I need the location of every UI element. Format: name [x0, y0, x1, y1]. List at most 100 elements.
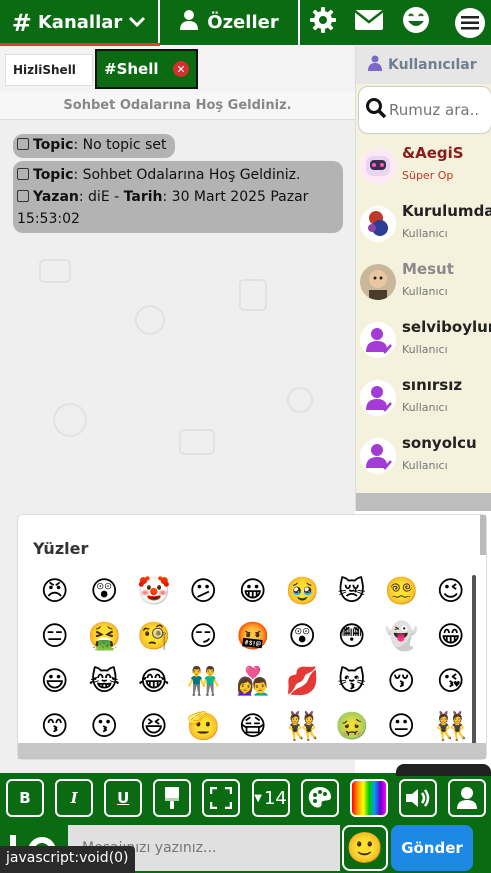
user-check-icon: [360, 322, 396, 358]
topic-label: Topic: [33, 167, 74, 183]
emoji-button[interactable]: 👯: [278, 713, 328, 740]
emoji-button[interactable]: 😃: [30, 668, 80, 695]
emoji-button[interactable]: 🤢: [327, 713, 377, 740]
user-list-item[interactable]: sonyolcu Kullanıcı: [358, 432, 491, 488]
photo-avatar-icon: [360, 264, 396, 300]
user-list-item[interactable]: Kurulumda Kullanıcı: [358, 200, 491, 256]
floral-avatar-icon: [360, 206, 396, 242]
emoji-button[interactable]: 😆: [129, 713, 179, 740]
users-scrollbar[interactable]: [356, 493, 491, 511]
topic-text: : No topic set: [73, 137, 167, 153]
user-icon: [179, 9, 199, 36]
caret-down-icon: ▼: [254, 792, 262, 804]
emoji-button[interactable]: 😑: [30, 623, 80, 650]
emoji-panel-edge: [480, 515, 486, 555]
user-profile-icon[interactable]: [447, 779, 486, 817]
user-name: &AegiS: [402, 144, 464, 162]
author-label: Yazan: [33, 189, 79, 205]
user-role: Kullanıcı: [402, 459, 448, 472]
emoji-button[interactable]: 😂: [129, 668, 179, 695]
emoji-button[interactable]: 😠: [30, 578, 80, 605]
user-name: selviboylum: [402, 318, 491, 336]
emoji-horizontal-scrollbar[interactable]: [18, 743, 486, 759]
emoji-button[interactable]: 😵‍💫: [377, 578, 427, 605]
user-search-input[interactable]: [389, 101, 489, 119]
emoji-button[interactable]: 👻: [377, 623, 427, 650]
user-check-icon: [360, 438, 396, 474]
underline-label: U: [117, 789, 130, 807]
emoji-button[interactable]: 🧐: [129, 623, 179, 650]
emoji-row: 😃 😹 😂 👬 👩‍❤️‍👨 💋 😽 😚 😘: [30, 659, 480, 704]
emoji-toggle-button[interactable]: 🙂: [342, 825, 388, 871]
chevron-down-icon: [128, 12, 146, 33]
emoji-button[interactable]: 😀: [228, 578, 278, 605]
channels-label: Kanallar: [37, 12, 123, 33]
emoji-button[interactable]: 👩‍❤️‍👨: [228, 668, 278, 695]
fullscreen-icon[interactable]: [202, 779, 241, 817]
palette-icon[interactable]: [300, 779, 339, 817]
font-size-value: 14: [263, 787, 287, 809]
font-size-select[interactable]: ▼ 14: [251, 779, 290, 817]
italic-button[interactable]: I: [55, 779, 94, 817]
emoji-button[interactable]: 😁: [426, 623, 476, 650]
emoji-button[interactable]: 😳: [327, 623, 377, 650]
paint-brush-icon[interactable]: [153, 779, 192, 817]
emoji-button[interactable]: 🤮: [80, 623, 130, 650]
emoji-button[interactable]: 👯: [426, 713, 476, 740]
emoji-button[interactable]: 😿: [327, 578, 377, 605]
tab-hizlishell[interactable]: HizliShell: [5, 54, 93, 86]
user-role: Süper Op: [402, 169, 454, 182]
bold-button[interactable]: B: [6, 779, 44, 817]
status-bar: javascript:void(0): [0, 846, 135, 873]
emoji-button[interactable]: 😽: [327, 668, 377, 695]
emoji-button[interactable]: 😙: [30, 713, 80, 740]
volume-icon[interactable]: [398, 779, 437, 817]
user-list-item[interactable]: selviboylum Kullanıcı: [358, 316, 491, 372]
user-check-icon: [360, 380, 396, 416]
emoji-button[interactable]: 🥹: [278, 578, 328, 605]
emoji-button[interactable]: 😏: [179, 623, 229, 650]
tab-shell[interactable]: #Shell ✕: [95, 49, 198, 89]
user-list-item[interactable]: Mesut Kullanıcı: [358, 258, 491, 314]
topic-text: : Sohbet Odalarına Hoş Geldiniz.: [73, 167, 301, 183]
underline-button[interactable]: U: [104, 779, 143, 817]
emoji-button[interactable]: 😷: [228, 713, 278, 740]
emoji-button[interactable]: 😲: [278, 623, 328, 650]
date-label: Tarih: [123, 189, 163, 205]
search-icon: [365, 97, 387, 123]
message-icon: [17, 138, 29, 150]
user-role: Kullanıcı: [402, 227, 448, 240]
emoji-button[interactable]: 😚: [377, 668, 427, 695]
emoji-button[interactable]: 😗: [80, 713, 130, 740]
emoji-button[interactable]: 😘: [426, 668, 476, 695]
gear-icon[interactable]: [309, 6, 337, 39]
author-value: : diE -: [78, 189, 124, 205]
message-icon: [17, 168, 29, 180]
toolbar-tab: [396, 764, 491, 776]
emoji-scrollbar[interactable]: [472, 575, 476, 755]
hamburger-menu-icon[interactable]: [455, 8, 485, 38]
user-list-item[interactable]: sınırsız Kullanıcı: [358, 374, 491, 430]
emoji-button[interactable]: 😉: [426, 578, 476, 605]
emoji-button[interactable]: 😐: [377, 713, 427, 740]
user-list-item[interactable]: &AegiS Süper Op: [358, 142, 491, 198]
emoji-button[interactable]: 🫡: [179, 713, 229, 740]
close-icon[interactable]: ✕: [173, 61, 189, 77]
emoji-button[interactable]: 🤬: [228, 623, 278, 650]
emoji-button[interactable]: 😲: [80, 578, 130, 605]
author-icon: [17, 190, 29, 202]
channels-menu-button[interactable]: # Kanallar: [0, 0, 160, 45]
private-messages-button[interactable]: Özeller: [160, 0, 300, 45]
emoji-button[interactable]: 😕: [179, 578, 229, 605]
rainbow-color-button[interactable]: [349, 779, 388, 817]
user-role: Kullanıcı: [402, 343, 448, 356]
hash-icon: #: [11, 8, 32, 37]
emoji-button[interactable]: 🤡: [129, 578, 179, 605]
user-name: sonyolcu: [402, 434, 477, 452]
laughing-face-icon[interactable]: [401, 5, 431, 40]
emoji-button[interactable]: 😹: [80, 668, 130, 695]
emoji-button[interactable]: 💋: [278, 668, 328, 695]
emoji-button[interactable]: 👬: [179, 668, 229, 695]
mail-icon[interactable]: [353, 9, 384, 36]
send-button[interactable]: Gönder: [391, 825, 473, 871]
